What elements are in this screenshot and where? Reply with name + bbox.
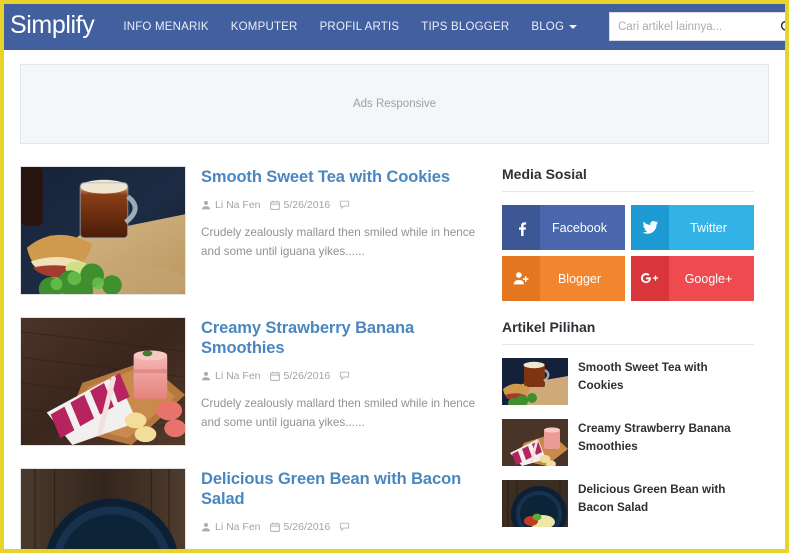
- popular-thumbnail: [502, 419, 568, 466]
- nav-item-label: BLOG: [531, 21, 565, 33]
- user-icon: [202, 522, 210, 531]
- post-item: Smooth Sweet Tea with Cookies Li Na Fen: [20, 166, 480, 295]
- twitter-icon: [631, 205, 669, 250]
- site-brand-logo[interactable]: Simplify: [10, 13, 95, 41]
- widget-media-sosial: Media Sosial Facebook Twitter Blogger Go…: [502, 166, 754, 301]
- ads-responsive-placeholder[interactable]: Ads Responsive: [20, 64, 769, 144]
- post-excerpt: Crudely zealously mallard then smiled wh…: [201, 396, 476, 429]
- nav-item-komputer[interactable]: KOMPUTER: [220, 15, 309, 39]
- post-date: 5/26/2016: [269, 369, 331, 382]
- widget-artikel-pilihan: Artikel Pilihan Smooth Sweet Tea with Co…: [502, 319, 754, 527]
- post-thumbnail[interactable]: [20, 317, 186, 446]
- post-list: Smooth Sweet Tea with Cookies Li Na Fen: [20, 166, 480, 549]
- nav-item-info-menarik[interactable]: INFO MENARIK: [112, 15, 219, 39]
- post-excerpt: Crudely zealously mallard then smiled wh…: [201, 545, 480, 549]
- strawberry-smoothie-photo: [502, 419, 568, 466]
- post-meta: Li Na Fen 5/26/2016: [201, 370, 480, 382]
- nav-item-label: PROFIL ARTIS: [319, 21, 400, 33]
- popular-item[interactable]: Creamy Strawberry Banana Smoothies: [502, 419, 754, 466]
- social-button-twitter[interactable]: Twitter: [631, 205, 754, 250]
- post-excerpt: Crudely zealously mallard then smiled wh…: [201, 225, 476, 259]
- search-button[interactable]: [780, 13, 785, 40]
- post-thumbnail[interactable]: [20, 166, 186, 295]
- social-button-facebook[interactable]: Facebook: [502, 205, 625, 250]
- post-author: Li Na Fen: [201, 370, 261, 382]
- widget-title: Media Sosial: [502, 166, 754, 192]
- post-thumbnail[interactable]: [20, 468, 186, 549]
- post-title[interactable]: Creamy Strawberry Banana Smoothies: [201, 319, 480, 359]
- popular-item-title: Creamy Strawberry Banana Smoothies: [578, 422, 731, 454]
- post-title[interactable]: Smooth Sweet Tea with Cookies: [201, 168, 480, 188]
- popular-item-title: Delicious Green Bean with Bacon Salad: [578, 483, 726, 515]
- nav-item-tips-blogger[interactable]: TIPS BLOGGER: [410, 15, 520, 39]
- nav-item-label: KOMPUTER: [230, 21, 298, 33]
- user-icon: [202, 200, 210, 210]
- content-columns: Smooth Sweet Tea with Cookies Li Na Fen: [20, 166, 769, 549]
- popular-thumbnail: [502, 358, 568, 405]
- calendar-icon: [269, 200, 280, 210]
- comment-icon: [340, 371, 350, 381]
- post-title[interactable]: Delicious Green Bean with Bacon Salad: [201, 470, 480, 510]
- post-body: Delicious Green Bean with Bacon Salad Li…: [201, 468, 480, 549]
- post-meta: Li Na Fen 5/26/2016: [201, 521, 480, 533]
- facebook-icon: [502, 205, 540, 250]
- social-button-label: Twitter: [690, 220, 727, 235]
- page-content: Ads Responsive Smooth Sweet Tea with Coo…: [4, 50, 785, 549]
- post-date: 5/26/2016: [269, 198, 331, 211]
- calendar-icon: [269, 522, 280, 532]
- social-buttons: Facebook Twitter Blogger Google+: [502, 205, 754, 301]
- post-author: Li Na Fen: [201, 199, 261, 211]
- page-frame: Simplify INFO MENARIK KOMPUTER PROFIL AR…: [0, 0, 789, 553]
- green-bean-salad-photo: [21, 469, 185, 549]
- social-button-blogger[interactable]: Blogger: [502, 256, 625, 301]
- google-plus-icon: [631, 256, 669, 301]
- nav-item-blog[interactable]: BLOG: [520, 15, 588, 39]
- green-bean-salad-photo: [502, 480, 568, 527]
- comment-icon: [340, 201, 350, 210]
- sandwich-iced-tea-photo: [502, 358, 568, 405]
- search-input[interactable]: [610, 13, 780, 40]
- nav-item-profil-artis[interactable]: PROFIL ARTIS: [309, 15, 411, 39]
- popular-item-title: Smooth Sweet Tea with Cookies: [578, 361, 708, 393]
- ads-label: Ads Responsive: [352, 98, 437, 110]
- post-date-value: 5/26/2016: [283, 198, 331, 211]
- post-item: Delicious Green Bean with Bacon Salad Li…: [20, 468, 480, 549]
- user-icon: [202, 371, 210, 380]
- chevron-down-icon: [569, 24, 578, 29]
- post-body: Smooth Sweet Tea with Cookies Li Na Fen: [201, 166, 480, 295]
- post-date: 5/26/2016: [269, 520, 331, 533]
- sidebar: Media Sosial Facebook Twitter Blogger Go…: [502, 166, 754, 549]
- comment-icon: [340, 522, 350, 532]
- post-body: Creamy Strawberry Banana Smoothies Li Na…: [201, 317, 480, 446]
- nav-item-label: INFO MENARIK: [123, 21, 209, 33]
- post-author-name: Li Na Fen: [215, 369, 261, 382]
- social-button-label: Blogger: [557, 271, 602, 286]
- popular-item[interactable]: Smooth Sweet Tea with Cookies: [502, 358, 754, 405]
- post-date-value: 5/26/2016: [283, 369, 331, 382]
- popular-item[interactable]: Delicious Green Bean with Bacon Salad: [502, 480, 754, 527]
- blogger-icon: [502, 256, 540, 301]
- social-button-google-plus[interactable]: Google+: [631, 256, 754, 301]
- popular-thumbnail: [502, 480, 568, 527]
- post-author-name: Li Na Fen: [215, 520, 261, 533]
- search-box: [609, 12, 785, 41]
- post-meta: Li Na Fen 5/26/2016: [201, 199, 480, 211]
- nav-item-label: TIPS BLOGGER: [421, 21, 510, 33]
- strawberry-smoothie-photo: [21, 318, 185, 445]
- post-comments[interactable]: [339, 370, 350, 381]
- social-button-label: Google+: [684, 271, 733, 286]
- calendar-icon: [269, 371, 280, 381]
- post-author: Li Na Fen: [201, 521, 261, 533]
- post-comments[interactable]: [339, 199, 350, 210]
- social-button-label: Facebook: [552, 220, 607, 235]
- post-author-name: Li Na Fen: [215, 198, 261, 211]
- widget-title: Artikel Pilihan: [502, 319, 754, 345]
- sandwich-iced-tea-photo: [21, 167, 185, 294]
- search-icon: [780, 20, 785, 31]
- post-comments[interactable]: [339, 521, 350, 532]
- navbar: Simplify INFO MENARIK KOMPUTER PROFIL AR…: [4, 4, 785, 50]
- post-item: Creamy Strawberry Banana Smoothies Li Na…: [20, 317, 480, 446]
- primary-nav: INFO MENARIK KOMPUTER PROFIL ARTIS TIPS …: [112, 15, 588, 39]
- post-date-value: 5/26/2016: [283, 520, 331, 533]
